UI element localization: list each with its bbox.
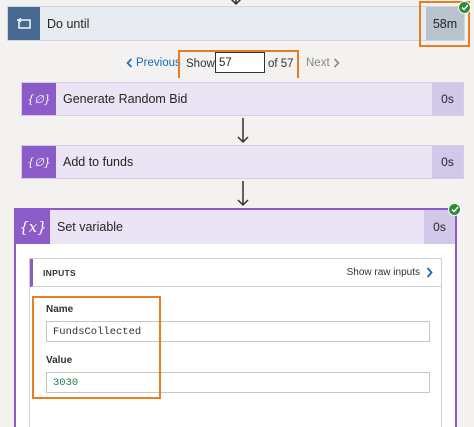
variable-icon: {x}	[16, 210, 50, 244]
action-title: Set variable	[57, 220, 124, 234]
connector-arrow-icon	[237, 118, 249, 144]
chevron-right-icon	[333, 58, 340, 68]
inputs-heading: INPUTS	[43, 267, 76, 278]
next-label: Next	[306, 57, 330, 69]
iteration-pager: Previous Show of 57 Next	[0, 46, 474, 85]
variable-icon: {∅}	[22, 146, 56, 178]
iteration-number-input[interactable]	[215, 52, 265, 73]
value-label: Value	[46, 355, 73, 366]
success-check-icon	[448, 203, 461, 216]
inputs-bar: INPUTS Show raw inputs	[30, 259, 441, 287]
action-set-variable: {x} Set variable 0s INPUTS Show raw inpu…	[14, 208, 457, 427]
action-duration: 0s	[432, 146, 463, 178]
do-until-duration: 58m	[426, 7, 464, 40]
iteration-total-label: of 57	[268, 58, 294, 70]
action-add-to-funds[interactable]: {∅} Add to funds 0s	[21, 145, 464, 179]
do-until-title: Do until	[47, 16, 90, 31]
variable-icon: {∅}	[22, 83, 56, 115]
show-label: Show	[186, 58, 215, 70]
previous-button[interactable]: Previous	[126, 57, 181, 69]
action-duration: 0s	[432, 83, 463, 115]
show-raw-inputs-label: Show raw inputs	[346, 267, 420, 278]
chevron-left-icon	[126, 58, 133, 68]
action-title: Generate Random Bid	[63, 92, 188, 106]
value-field: 3030	[46, 372, 430, 393]
action-generate-random-bid[interactable]: {∅} Generate Random Bid 0s	[21, 82, 464, 116]
name-label: Name	[46, 304, 74, 315]
previous-label: Previous	[136, 57, 181, 69]
chevron-right-icon	[426, 267, 433, 278]
connector-arrow-icon	[237, 181, 249, 207]
success-check-icon	[458, 1, 471, 14]
set-variable-header[interactable]: {x} Set variable 0s	[16, 210, 455, 244]
action-title: Add to funds	[63, 155, 134, 169]
inputs-panel: INPUTS Show raw inputs Name FundsCollect…	[29, 258, 442, 427]
name-field: FundsCollected	[46, 321, 430, 342]
loop-icon	[8, 7, 40, 40]
do-until-header[interactable]: Do until 58m	[7, 6, 465, 41]
show-raw-inputs-link[interactable]: Show raw inputs	[347, 267, 433, 278]
next-button[interactable]: Next	[306, 57, 340, 69]
